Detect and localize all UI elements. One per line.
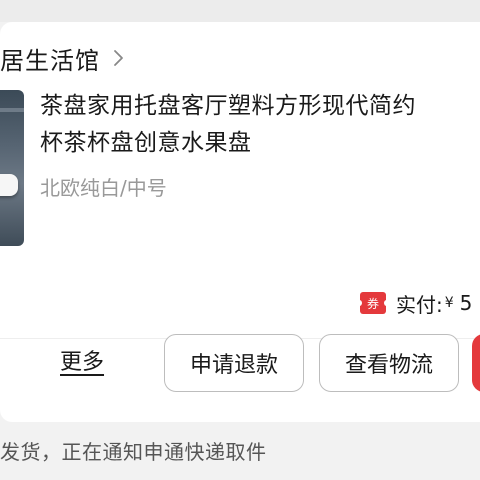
thumbnail-highlight bbox=[0, 108, 24, 112]
shipping-notice: 发货，正在通知申通快递取件 bbox=[0, 440, 267, 464]
price-value: 5 bbox=[459, 291, 473, 315]
coupon-icon: 券 bbox=[357, 292, 389, 314]
store-name[interactable]: 居生活馆 bbox=[0, 41, 100, 76]
store-row[interactable]: 居生活馆 bbox=[0, 38, 126, 78]
product-spec: 北欧纯白/中号 bbox=[40, 176, 167, 200]
refund-button[interactable]: 申请退款 bbox=[164, 334, 304, 392]
more-button[interactable]: 更多 bbox=[60, 344, 104, 376]
price-row: 券 实付: ¥ 5 bbox=[357, 288, 473, 318]
chevron-right-icon[interactable] bbox=[112, 46, 126, 70]
price-label: 实付: bbox=[396, 292, 443, 317]
thumbnail-tray bbox=[0, 174, 18, 196]
order-detail-page: 居生活馆 茶盘家用托盘客厅塑料方形现代简约 杯茶杯盘创意水果盘 北欧纯白/中号 … bbox=[0, 0, 480, 480]
price-currency: ¥ bbox=[444, 295, 454, 311]
product-thumbnail[interactable] bbox=[0, 90, 24, 246]
product-title[interactable]: 茶盘家用托盘客厅塑料方形现代简约 杯茶杯盘创意水果盘 bbox=[40, 88, 480, 162]
top-strip bbox=[0, 0, 480, 22]
product-title-line2: 杯茶杯盘创意水果盘 bbox=[40, 130, 252, 156]
primary-action-button[interactable] bbox=[472, 334, 480, 392]
view-logistics-button[interactable]: 查看物流 bbox=[319, 334, 459, 392]
product-title-line1: 茶盘家用托盘客厅塑料方形现代简约 bbox=[40, 93, 416, 119]
